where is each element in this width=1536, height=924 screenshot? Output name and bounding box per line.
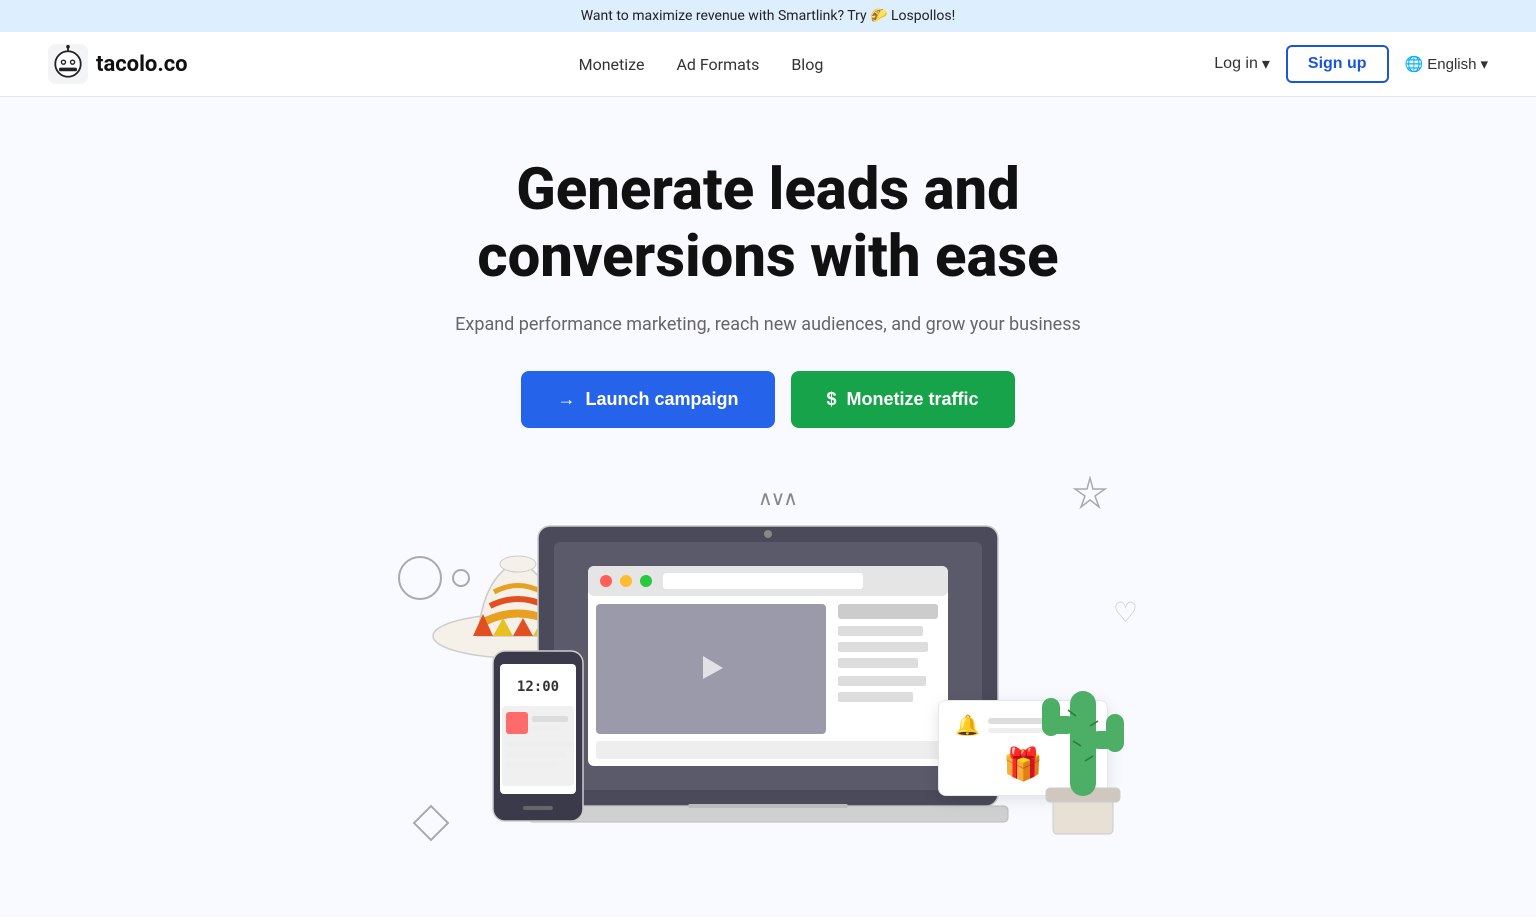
nav-ad-formats[interactable]: Ad Formats [676, 55, 759, 74]
hero-illustration: ∧∨∧ ♡ [388, 476, 1148, 856]
signup-button[interactable]: Sign up [1286, 45, 1389, 83]
deco-star [1072, 476, 1108, 516]
hero-buttons: → Launch campaign $ Monetize traffic [24, 371, 1512, 428]
lang-chevron-icon: ▾ [1480, 55, 1488, 73]
chevron-down-icon: ▾ [1262, 54, 1270, 74]
deco-diamond [413, 805, 450, 842]
globe-icon: 🌐 [1405, 55, 1424, 73]
hero-subtitle: Expand performance marketing, reach new … [24, 314, 1512, 335]
deco-zigzag: ∧∨∧ [758, 486, 796, 510]
launch-campaign-button[interactable]: → Launch campaign [521, 371, 774, 428]
bell-icon: 🔔 [955, 713, 980, 737]
monetize-traffic-button[interactable]: $ Monetize traffic [791, 371, 1015, 428]
navbar-right: Log in ▾ Sign up 🌐 English ▾ [1214, 45, 1488, 83]
logo-icon [48, 44, 88, 84]
dollar-icon: $ [827, 389, 837, 410]
language-selector[interactable]: 🌐 English ▾ [1405, 55, 1488, 73]
hero-section: Generate leads and conversions with ease… [0, 97, 1536, 917]
nav-monetize[interactable]: Monetize [579, 55, 645, 74]
nav-links: Monetize Ad Formats Blog [579, 55, 824, 74]
phone-icon: 12:00 [488, 646, 588, 826]
hero-title: Generate leads and conversions with ease [418, 157, 1118, 290]
nav-blog[interactable]: Blog [791, 55, 823, 74]
banner-text: Want to maximize revenue with Smartlink?… [581, 8, 956, 24]
svg-text:12:00: 12:00 [517, 679, 559, 695]
logo[interactable]: tacolo.co [48, 44, 188, 84]
top-banner: Want to maximize revenue with Smartlink?… [0, 0, 1536, 32]
arrow-right-icon: → [557, 389, 575, 410]
cactus-icon [1018, 636, 1148, 836]
deco-heart: ♡ [1113, 596, 1138, 629]
navbar: tacolo.co Monetize Ad Formats Blog Log i… [0, 32, 1536, 97]
login-button[interactable]: Log in ▾ [1214, 54, 1270, 74]
logo-text: tacolo.co [96, 52, 188, 77]
